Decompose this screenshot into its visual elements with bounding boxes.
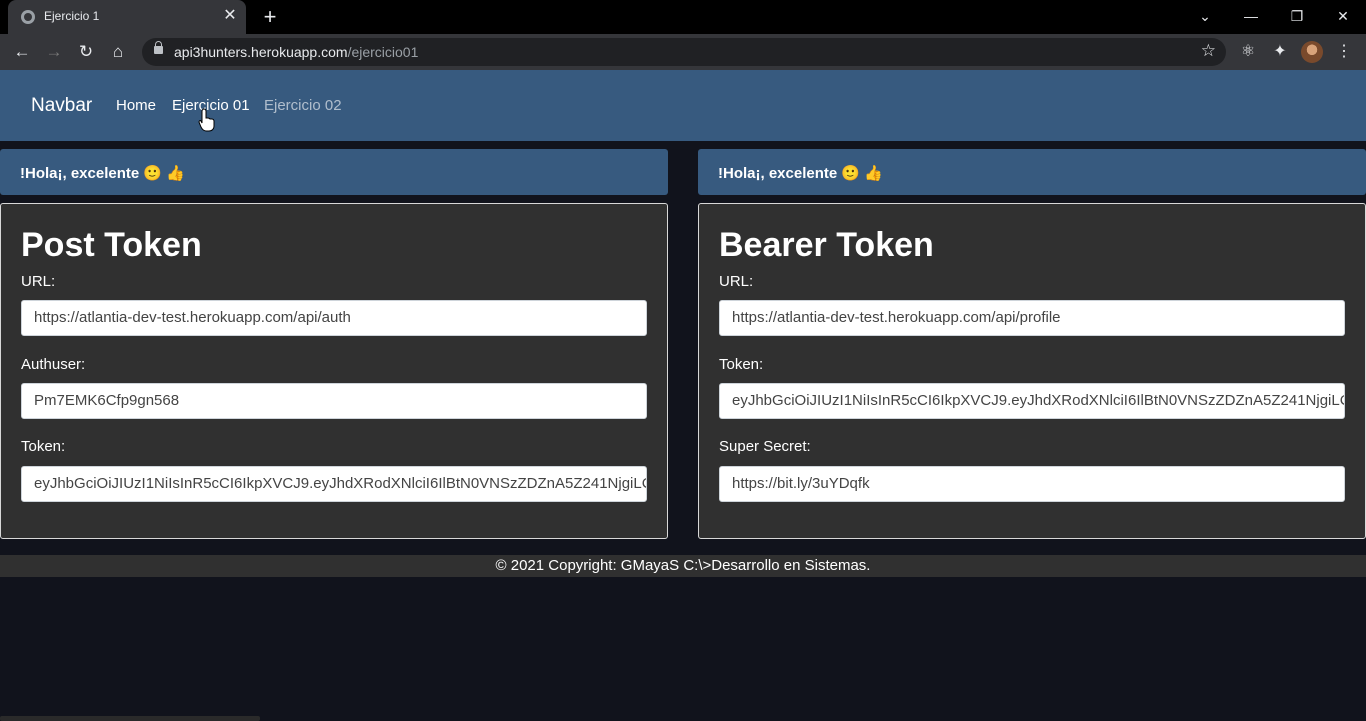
post-url-label: URL: (21, 273, 56, 290)
restore-button[interactable]: ❐ (1274, 0, 1320, 32)
footer-copyright: © 2021 Copyright: GMayaS C:\>Desarrollo … (495, 557, 871, 574)
close-window-button[interactable]: ✕ (1320, 0, 1366, 32)
super-secret-label: Super Secret: (719, 438, 811, 455)
right-greeting-alert: !Hola¡, excelente 🙂 👍 (698, 149, 1366, 195)
left-alert-text: !Hola¡, excelente 🙂 👍 (20, 165, 185, 182)
browser-tab[interactable]: Ejercicio 1 ✕ (8, 0, 246, 34)
tab-search-icon[interactable]: ⌄ (1182, 0, 1228, 32)
bearer-token-title: Bearer Token (719, 226, 934, 264)
bearer-token-label: Token: (719, 356, 764, 373)
bearer-url-label: URL: (719, 273, 754, 290)
left-greeting-alert: !Hola¡, excelente 🙂 👍 (0, 149, 668, 195)
reload-icon[interactable]: ↻ (73, 39, 99, 65)
hand-cursor-icon (198, 108, 215, 132)
minimize-button[interactable]: — (1228, 0, 1274, 32)
browser-toolbar: ← → ↻ ⌂ api3hunters.herokuapp.com/ejerci… (0, 34, 1366, 70)
globe-icon (21, 10, 35, 24)
browser-tab-strip: Ejercicio 1 ✕ + ⌄ — ❐ ✕ (0, 0, 1366, 34)
menu-kebab-icon[interactable]: ⋮ (1331, 39, 1357, 65)
right-alert-text: !Hola¡, excelente 🙂 👍 (718, 165, 883, 182)
super-secret-field[interactable]: https://bit.ly/3uYDqfk (719, 466, 1345, 502)
new-tab-button[interactable]: + (256, 4, 284, 30)
back-arrow-icon[interactable]: ← (9, 39, 35, 65)
forward-arrow-icon[interactable]: → (41, 39, 67, 65)
close-tab-icon[interactable]: ✕ (220, 6, 240, 26)
authuser-field[interactable]: Pm7EMK6Cfp9gn568 (21, 383, 647, 419)
extensions-puzzle-icon[interactable]: ✦ (1267, 39, 1293, 65)
address-bar[interactable]: api3hunters.herokuapp.com/ejercicio01 ☆ (142, 38, 1226, 66)
post-token-card: Post Token URL: https://atlantia-dev-tes… (0, 203, 668, 539)
navbar-brand[interactable]: Navbar (31, 95, 92, 117)
bearer-url-field[interactable]: https://atlantia-dev-test.herokuapp.com/… (719, 300, 1345, 336)
authuser-label: Authuser: (21, 356, 86, 373)
home-icon[interactable]: ⌂ (105, 39, 131, 65)
bookmark-star-icon[interactable]: ☆ (1201, 41, 1216, 61)
page-footer: © 2021 Copyright: GMayaS C:\>Desarrollo … (0, 555, 1366, 577)
tab-title: Ejercicio 1 (44, 9, 100, 23)
lock-icon (154, 41, 163, 54)
post-token-field[interactable]: eyJhbGciOiJIUzI1NiIsInR5cCI6IkpXVCJ9.eyJ… (21, 466, 647, 502)
bearer-token-field[interactable]: eyJhbGciOiJIUzI1NiIsInR5cCI6IkpXVCJ9.eyJ… (719, 383, 1345, 419)
url-text[interactable]: api3hunters.herokuapp.com/ejercicio01 (174, 44, 418, 60)
nav-link-ejercicio-02[interactable]: Ejercicio 02 (264, 97, 342, 114)
post-token-title: Post Token (21, 226, 202, 264)
horizontal-scrollbar[interactable] (0, 716, 260, 721)
post-url-field[interactable]: https://atlantia-dev-test.herokuapp.com/… (21, 300, 647, 336)
post-token-label: Token: (21, 438, 66, 455)
bearer-token-card: Bearer Token URL: https://atlantia-dev-t… (698, 203, 1366, 539)
nav-link-home[interactable]: Home (116, 97, 156, 114)
profile-avatar[interactable] (1301, 41, 1323, 63)
react-devtools-icon[interactable]: ⚛ (1235, 39, 1261, 65)
